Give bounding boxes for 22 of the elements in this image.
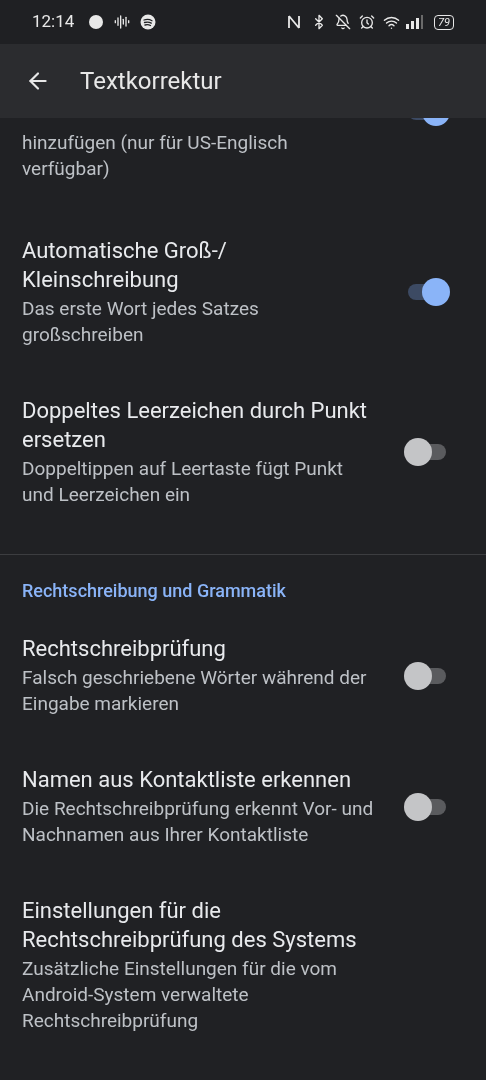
setting-title: Einstellungen für die Rechtschreibprüfung des Systems [22,897,358,954]
setting-title: Rechtschreibprüfung [22,635,227,663]
setting-title: Automatische Groß-/ Kleinschreibung [22,237,228,294]
nfc-icon [287,14,301,30]
circle-icon [88,14,105,30]
setting-title: Doppeltes Leerzeichen durch Punkt ersetzen [22,397,369,454]
section-header: Rechtschreibung und Grammatik [21,579,287,603]
setting-description: Das erste Wort jedes Satzes großschreiben [22,296,260,348]
signal-icon [406,15,424,29]
setting-description: Die Rechtschreibprüfung erkennt Vor- und Nachnamen aus Ihrer Kontaktliste [22,796,375,848]
alarm-icon [359,14,375,30]
setting-description: hinzufügen (nur für US-Englisch verfügbar) [22,130,289,182]
battery-indicator: 79 [434,14,454,30]
audio-bars-icon [114,14,131,30]
setting-title: Namen aus Kontaktliste erkennen [22,766,353,794]
setting-description: Falsch geschriebene Wörter während der Eingabe markieren [22,665,368,717]
page-title: Textkorrektur [80,66,222,97]
muted-bell-icon [335,14,351,30]
setting-description: Doppeltippen auf Leertaste fügt Punkt und Leerzeichen ein [22,456,345,508]
setting-description: Zusätzliche Einstellungen für die vom Android-System verwaltete Rechtschreibprüfung [22,956,338,1034]
status-time: 12:14 [32,10,75,34]
music-circle-icon [140,14,157,30]
